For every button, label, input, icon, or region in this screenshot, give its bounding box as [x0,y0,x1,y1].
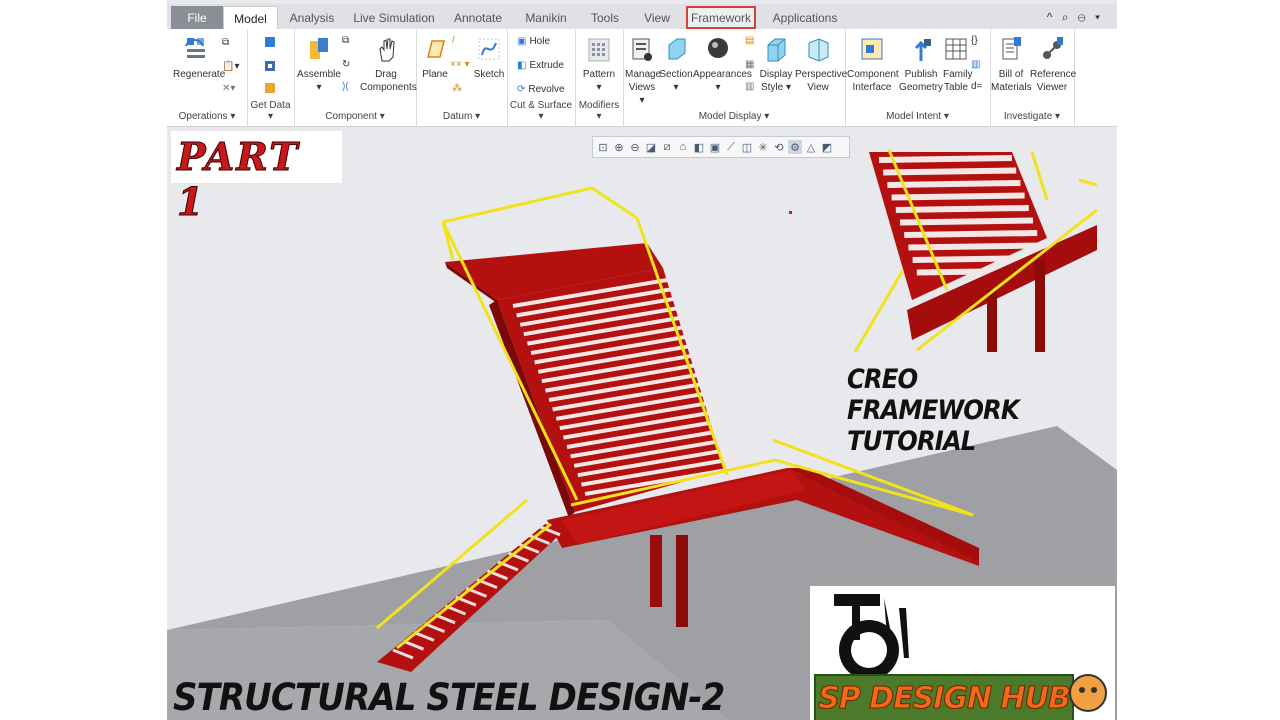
part-label: PART 1 [177,134,300,225]
stair-tread [891,192,1025,201]
tools-gear-icon [834,594,909,678]
stair-tread [895,205,1029,213]
inset-stair-view [853,149,1098,353]
stair-tread [878,155,1013,163]
logo-text: SP DESIGN HUB [818,680,1072,716]
stair-tread [883,167,1017,176]
selection-marker [789,211,792,214]
part-badge: PART 1 [171,131,342,225]
creo-window: File Model Analysis Live Simulation Anno… [167,0,1117,720]
mascot-icon [1069,674,1107,712]
stair-tread [887,180,1021,188]
creo-framework-title: CREO FRAMEWORK TUTORIAL [847,364,1020,457]
column-1 [650,535,662,607]
top-railing [442,186,638,224]
channel-logo: SP DESIGN HUB [810,586,1115,720]
structural-steel-title: STRUCTURAL STEEL DESIGN-2 [173,676,725,719]
column-2 [676,535,688,627]
logo-text-banner: SP DESIGN HUB [814,674,1074,720]
